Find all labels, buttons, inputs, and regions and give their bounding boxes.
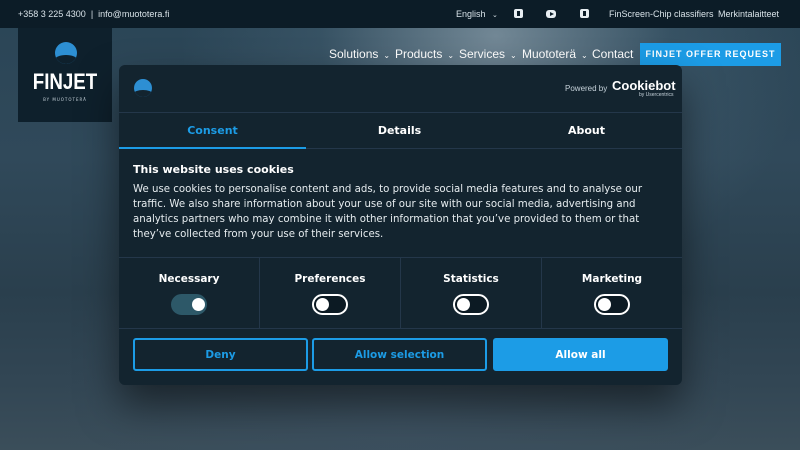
language-label: English	[456, 9, 486, 19]
toggle-knob	[457, 298, 470, 311]
powered-by-label: Powered by	[565, 84, 608, 93]
necessary-toggle[interactable]	[171, 294, 207, 315]
category-label: Preferences	[294, 273, 366, 285]
nav-muototera[interactable]: Muototerä ⌄	[522, 47, 588, 65]
category-label: Necessary	[158, 273, 220, 285]
contact-separator: |	[90, 9, 94, 19]
toggle-knob	[598, 298, 611, 311]
offer-request-button[interactable]: FINJET OFFER REQUEST	[640, 43, 781, 66]
twitter-icon[interactable]	[580, 9, 589, 18]
allow-all-button[interactable]: Allow all	[493, 338, 668, 371]
cookie-consent-dialog: Powered by Cookiebot by Usercentrics Con…	[119, 65, 682, 385]
category-necessary: Necessary	[119, 258, 259, 329]
nav-services[interactable]: Services ⌄	[459, 47, 517, 65]
tab-details[interactable]: Details	[306, 113, 493, 149]
top-bar: +358 3 225 4300 | info@muototera.fi Englis…	[0, 0, 800, 28]
preferences-toggle[interactable]	[312, 294, 348, 315]
category-preferences: Preferences	[259, 258, 400, 329]
marketing-toggle[interactable]	[594, 294, 630, 315]
chevron-down-icon: ⌄	[510, 51, 517, 60]
email-link[interactable]: info@muototera.fi	[98, 9, 169, 19]
chevron-down-icon: ⌄	[492, 12, 498, 19]
youtube-icon[interactable]	[546, 10, 556, 18]
tab-consent[interactable]: Consent	[119, 113, 306, 149]
nav-label: Products	[395, 47, 443, 61]
logo-subline: BY MUOTOTERÄ	[43, 97, 87, 102]
nav-label: Muototerä	[522, 47, 577, 61]
toggle-knob	[316, 298, 329, 311]
nav-solutions[interactable]: Solutions ⌄	[329, 47, 390, 65]
cookiebot-logo[interactable]: Cookiebot	[612, 78, 676, 93]
category-marketing: Marketing	[541, 258, 682, 329]
statistics-toggle[interactable]	[453, 294, 489, 315]
category-label: Statistics	[443, 273, 499, 285]
cookie-tabs: Consent Details About	[119, 112, 682, 149]
cookie-description: We use cookies to personalise content an…	[133, 184, 643, 240]
phone-link[interactable]: +358 3 225 4300	[18, 9, 86, 19]
chevron-down-icon: ⌄	[383, 51, 391, 60]
tab-about[interactable]: About	[493, 113, 680, 149]
linkedin-icon[interactable]	[514, 9, 523, 18]
merkintalaitteet-link[interactable]: Merkintalaitteet	[718, 9, 779, 19]
chevron-down-icon: ⌄	[447, 51, 455, 60]
nav-contact[interactable]: Contact	[592, 47, 633, 65]
site-logo[interactable]: FINJET BY MUOTOTERÄ	[18, 28, 112, 122]
logo-wordmark: FINJET	[32, 69, 98, 94]
nav-label: Contact	[592, 47, 634, 61]
chevron-down-icon: ⌄	[581, 51, 588, 60]
cookiebot-subline: by Usercentrics	[639, 92, 674, 98]
category-label: Marketing	[581, 273, 643, 285]
cookie-heading: This website uses cookies	[133, 163, 294, 176]
cookie-categories: Necessary Preferences Statistics Marketi…	[119, 257, 682, 329]
language-selector[interactable]: English ⌄	[456, 9, 498, 19]
contact-info: +358 3 225 4300 | info@muototera.fi	[18, 9, 169, 19]
nav-products[interactable]: Products ⌄	[395, 47, 454, 65]
allow-selection-button[interactable]: Allow selection	[312, 338, 487, 371]
nav-label: Solutions	[329, 47, 379, 61]
logo-mark-icon	[55, 42, 77, 64]
nav-label: Services	[459, 47, 506, 61]
deny-button[interactable]: Deny	[133, 338, 308, 371]
finjet-logo-icon	[134, 79, 152, 97]
finscreen-link[interactable]: FinScreen-Chip classifiers	[609, 9, 714, 19]
category-statistics: Statistics	[400, 258, 541, 329]
toggle-knob	[192, 298, 205, 311]
